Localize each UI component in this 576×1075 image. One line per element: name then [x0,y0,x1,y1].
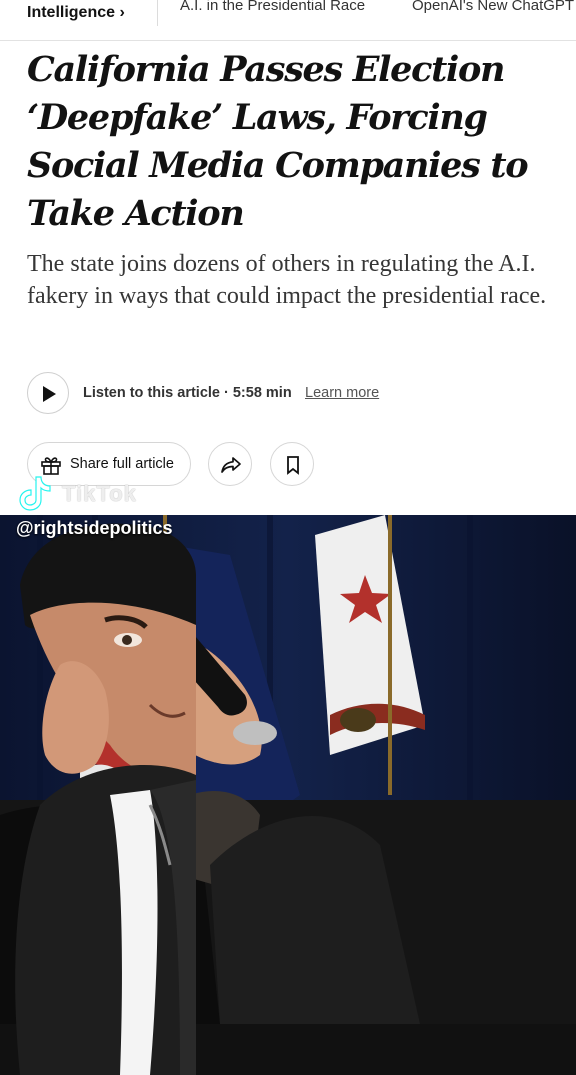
nav-link-chatgpt[interactable]: OpenAI's New ChatGPT [412,0,574,14]
tiktok-logo-icon [19,476,51,511]
creator-handle: @rightsidepolitics [16,518,173,538]
tiktok-brand-text: TikTok [62,481,137,506]
nav-divider [157,0,158,26]
save-bookmark-button[interactable] [270,442,314,486]
video-scene [0,515,576,1075]
play-icon [43,386,56,402]
learn-more-link[interactable]: Learn more [305,385,379,401]
article-screenshot: Intelligence › A.I. in the Presidential … [0,0,576,515]
play-button[interactable] [27,372,69,414]
listen-row: Listen to this article · 5:58 min Learn … [27,372,547,416]
bookmark-icon [287,456,299,475]
article-headline: California Passes Election ‘Deepfake’ La… [27,49,529,234]
crying-man-cutout [15,523,196,1075]
share-arrow-button[interactable] [208,442,252,486]
forward-arrow-icon [221,457,241,473]
nav-link-ai-race[interactable]: A.I. in the Presidential Race [180,0,365,14]
article-summary: The state joins dozens of others in regu… [27,251,547,309]
share-label: Share full article [70,456,174,472]
nav-section-intelligence[interactable]: Intelligence › [27,4,125,22]
tiktok-watermark: TikTok [18,473,178,513]
section-nav: Intelligence › A.I. in the Presidential … [0,0,576,41]
listen-label: Listen to this article · 5:58 min [83,385,292,401]
